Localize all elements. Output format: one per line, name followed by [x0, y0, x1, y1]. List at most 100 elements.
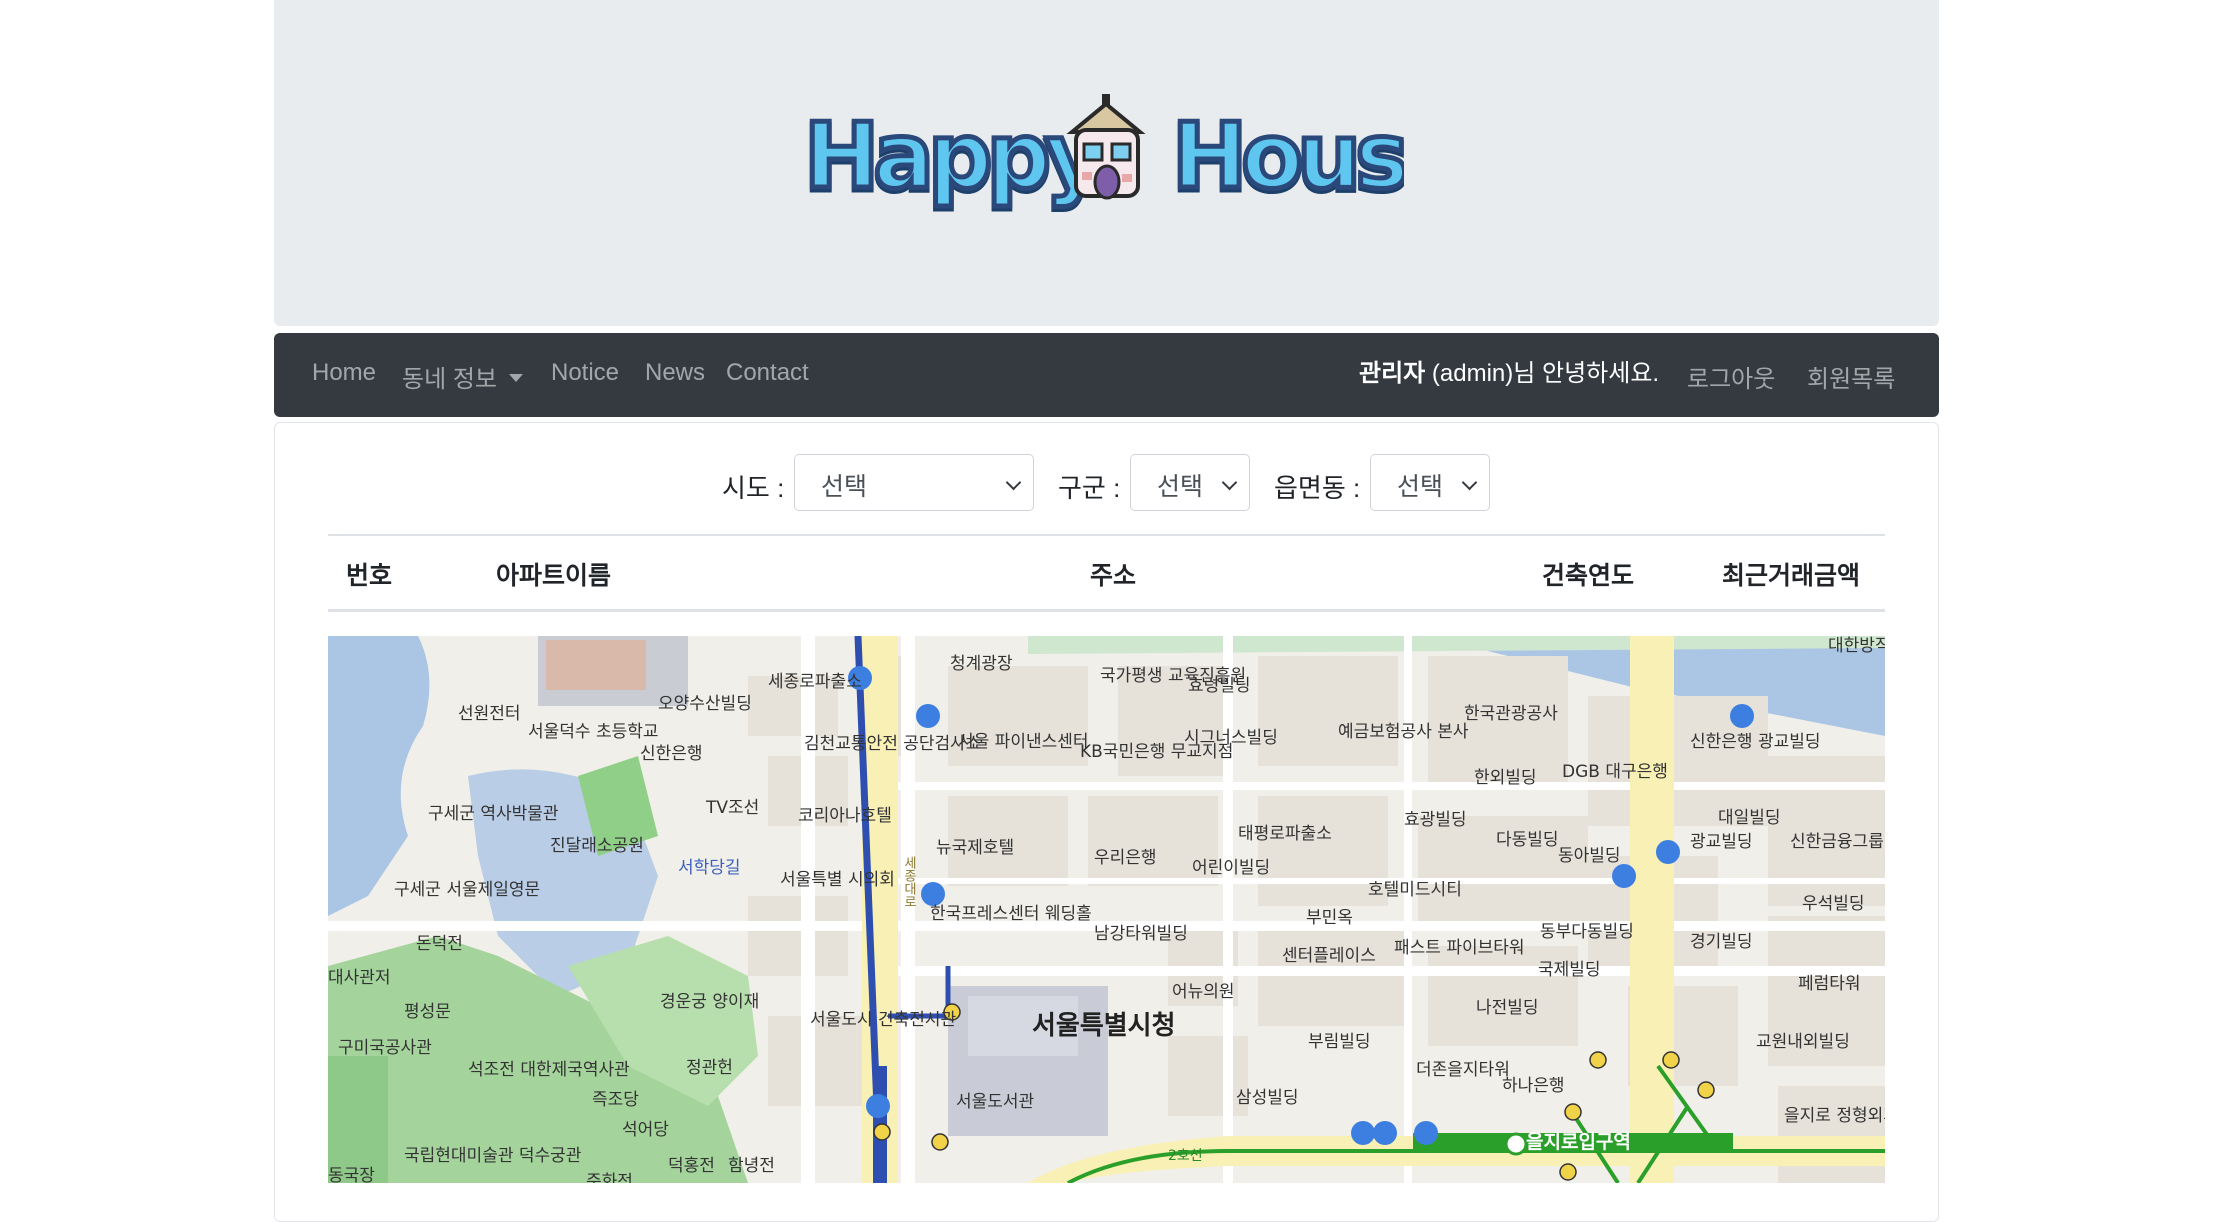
map-label-road: 세종대로	[901, 856, 916, 908]
map-label: 나전빌딩	[1476, 998, 1539, 1018]
map-view[interactable]: 대한방직 협회빌딩 세종로파출소 청계광장 국가평생 교육진흥원 효령빌딩 오양…	[328, 636, 1885, 1183]
nav-news[interactable]: News	[645, 359, 705, 387]
nav-dong-info-label: 동네 정보	[402, 366, 497, 393]
map-label: 오양수산빌딩	[658, 694, 752, 714]
map-label: 정관헌	[686, 1058, 733, 1078]
map-label: 김천교통안전 공단검사소	[804, 734, 982, 754]
map-label: 구세군 역사박물관	[428, 804, 559, 824]
map-label: 신한금융그룹	[1790, 832, 1884, 852]
map-label: 서울도시 건축전시관	[810, 1010, 957, 1030]
map-label: 우석빌딩	[1802, 894, 1865, 914]
th-recent-price: 최근거래금액	[1722, 562, 1861, 590]
sido-label: 시도 :	[722, 473, 785, 503]
th-apt-name: 아파트이름	[496, 562, 612, 590]
map-label: 호텔미드시티	[1368, 880, 1462, 900]
map-label: 동부다동빌딩	[1540, 922, 1634, 942]
map-label: 교원내외빌딩	[1756, 1032, 1850, 1052]
map-label: 페럼타워	[1798, 974, 1861, 994]
map-label: 태평로파출소	[1238, 824, 1332, 844]
map-label: TV조선	[706, 798, 760, 818]
chevron-down-icon	[1005, 474, 1022, 491]
map-label: 동국장	[328, 1166, 375, 1183]
map-background	[328, 636, 1885, 1183]
map-label: 하나은행	[1502, 1076, 1565, 1096]
map-label: 효광빌딩	[1404, 810, 1467, 830]
nav-dong-info-dropdown[interactable]: 동네 정보	[402, 359, 523, 394]
map-label: 패스트 파이브타워	[1394, 938, 1525, 958]
map-label: 대사관저	[328, 968, 391, 988]
sido-select[interactable]: 선택	[794, 454, 1034, 511]
map-label: 더존을지타워	[1416, 1060, 1510, 1080]
map-label: 어린이빌딩	[1192, 858, 1271, 878]
th-number: 번호	[346, 562, 393, 590]
map-label: 국제빌딩	[1538, 960, 1601, 980]
th-build-year: 건축연도	[1542, 562, 1635, 590]
chevron-down-icon	[1461, 474, 1478, 491]
map-label: 서학당길	[678, 858, 741, 878]
map-label: 경기빌딩	[1690, 932, 1753, 952]
map-label: 진달래소공원	[550, 836, 644, 856]
map-label: 대한방직 협회빌딩	[1828, 636, 1885, 656]
map-label: 경운궁 양이재	[660, 992, 760, 1012]
map-label: 석어당	[622, 1120, 669, 1140]
map-label: 우리은행	[1094, 848, 1157, 868]
map-label: 즉조당	[592, 1090, 639, 1110]
nav-notice[interactable]: Notice	[551, 359, 619, 387]
map-label: 서울 파이낸스센터	[958, 732, 1089, 752]
svg-text:Happy: Happy	[804, 104, 1103, 209]
nav-members[interactable]: 회원목록	[1807, 359, 1895, 394]
map-label-city-hall: 서울특별시청	[1032, 1011, 1176, 1041]
header-banner: Happy House	[274, 0, 1939, 326]
greeting-rest: (admin)님 안녕하세요.	[1425, 360, 1660, 387]
map-label: 부림빌딩	[1308, 1032, 1371, 1052]
map-label: 구미국공사관	[338, 1038, 432, 1058]
greeting-name: 관리자	[1359, 360, 1426, 387]
map-label: 다동빌딩	[1496, 830, 1559, 850]
th-address: 주소	[1090, 562, 1137, 590]
gugun-value: 선택	[1157, 473, 1204, 501]
map-label: 청계광장	[950, 654, 1013, 674]
nav-home[interactable]: Home	[312, 359, 376, 387]
map-label: 함녕전	[728, 1156, 775, 1176]
greeting-text: 관리자 (admin)님 안녕하세요.	[1359, 353, 1659, 388]
map-label: 서울특별 시의회	[780, 870, 895, 890]
gugun-select[interactable]: 선택	[1130, 454, 1250, 511]
map-label: 예금보험공사 본사	[1338, 722, 1469, 742]
map-label: 어뉴의원	[1172, 982, 1235, 1002]
map-label: 남강타워빌딩	[1094, 924, 1188, 944]
gugun-label: 구군 :	[1058, 473, 1121, 503]
map-label: 센터플레이스	[1282, 946, 1376, 966]
map-label: 선원전터	[458, 704, 521, 724]
map-label: 효령빌딩	[1188, 676, 1251, 696]
dong-label: 읍면동 :	[1274, 473, 1361, 503]
sido-value: 선택	[821, 473, 868, 501]
happyhouse-logo[interactable]: Happy House	[804, 92, 1404, 232]
map-label: 대일빌딩	[1718, 808, 1781, 828]
map-label: 덕홍전	[668, 1156, 715, 1176]
map-label: 삼성빌딩	[1236, 1088, 1299, 1108]
main-navbar: Home 동네 정보 Notice News Contact 관리자 (admi…	[274, 333, 1939, 417]
map-label-station: 을지로입구역	[1526, 1131, 1631, 1153]
nav-contact[interactable]: Contact	[726, 359, 809, 387]
map-label: 세종로파출소	[768, 672, 862, 692]
map-label: 한외빌딩	[1474, 768, 1537, 788]
map-label: 시그너스빌딩	[1184, 728, 1278, 748]
dong-select[interactable]: 선택	[1370, 454, 1490, 511]
map-label: 국립현대미술관 덕수궁관	[404, 1146, 582, 1166]
map-label: 신한은행 광교빌딩	[1690, 732, 1821, 752]
chevron-down-icon	[1221, 474, 1238, 491]
caret-down-icon	[509, 374, 523, 382]
nav-logout[interactable]: 로그아웃	[1687, 359, 1775, 394]
map-label: 을지로 정형외과의원	[1784, 1106, 1885, 1126]
map-label: 구세군 서울제일영문	[394, 880, 541, 900]
svg-text:House: House	[1172, 104, 1404, 209]
map-label: 동아빌딩	[1558, 846, 1621, 866]
map-label: 한국프레스센터 웨딩홀	[930, 904, 1092, 924]
dong-value: 선택	[1397, 473, 1444, 501]
map-label: 부민옥	[1306, 908, 1353, 928]
map-label: 돈덕전	[416, 934, 463, 954]
map-label: 서울도서관	[956, 1092, 1035, 1112]
map-label: 서울덕수 초등학교	[528, 722, 659, 742]
map-label: 한국관광공사	[1464, 704, 1558, 724]
apt-table-header: 번호 아파트이름 주소 건축연도 최근거래금액	[328, 534, 1885, 612]
